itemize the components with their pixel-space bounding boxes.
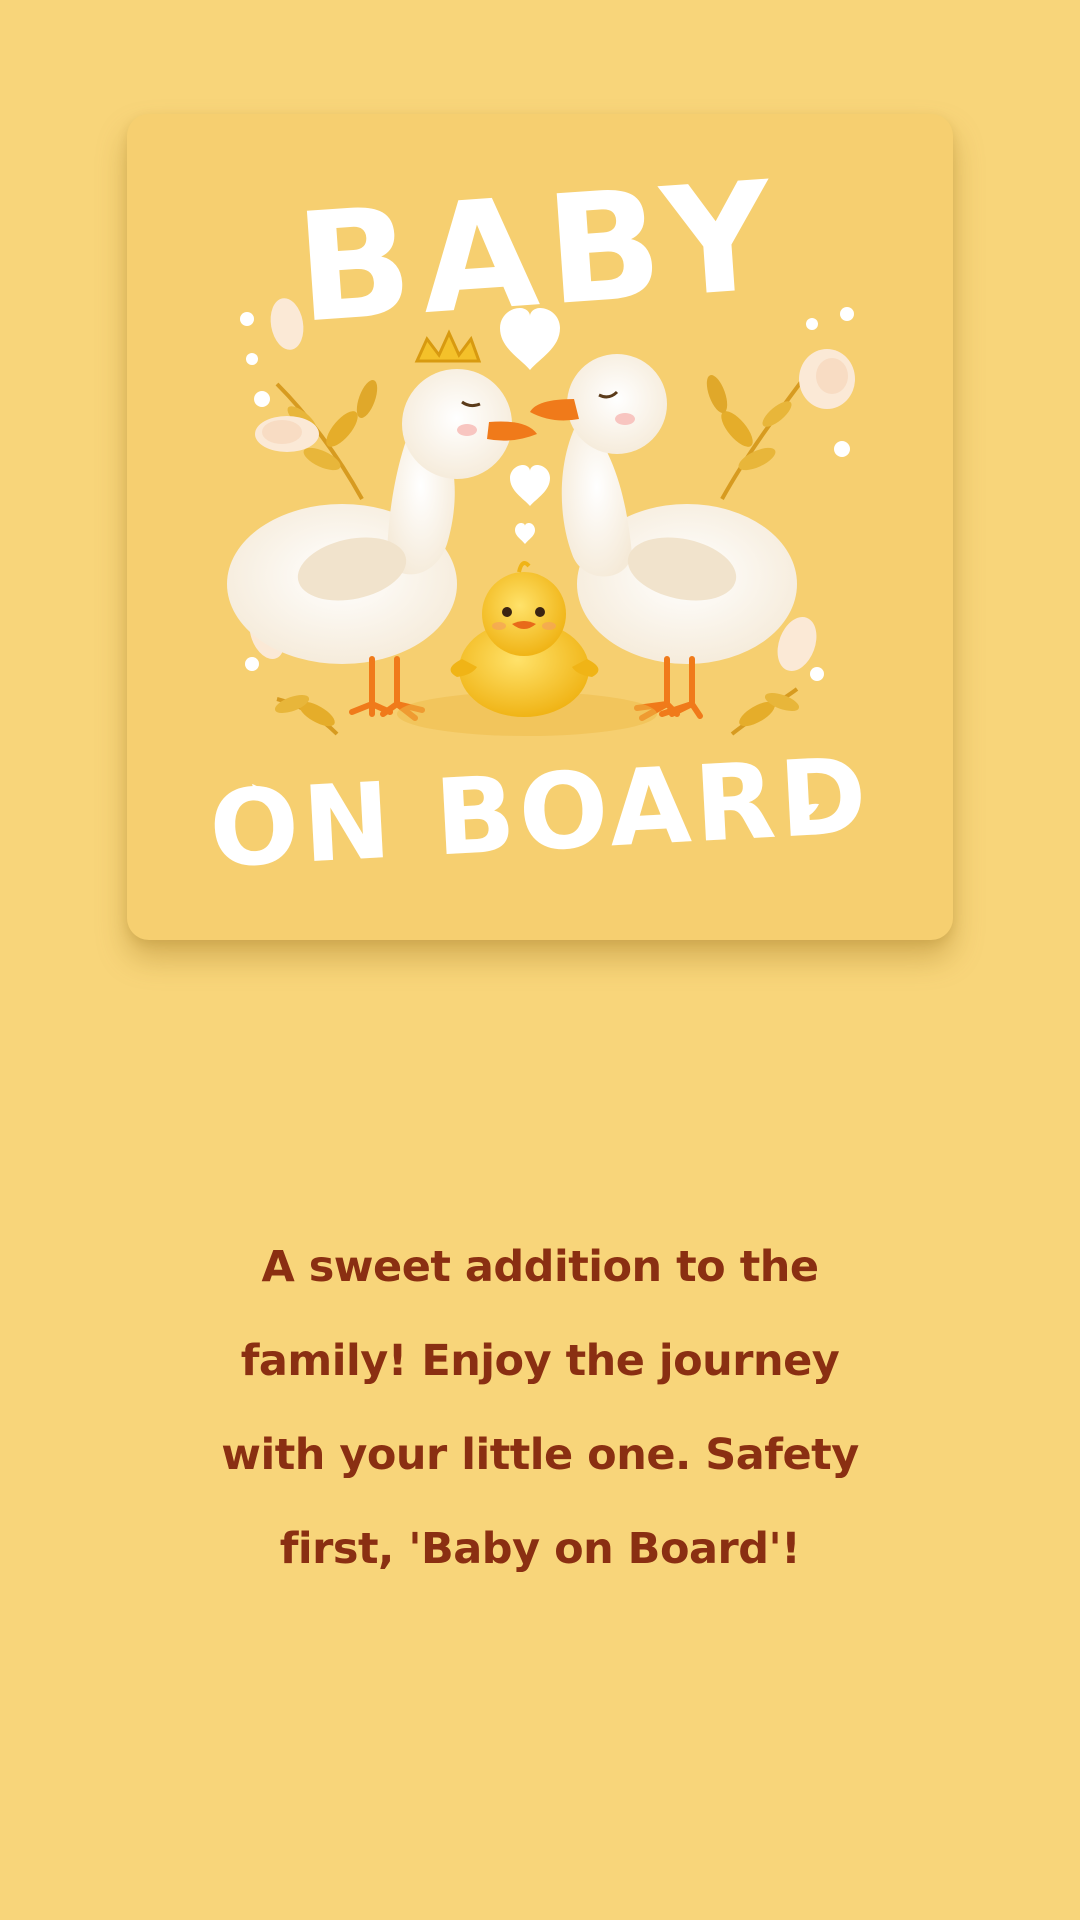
message-text: A sweet addition to the family! Enjoy th…: [221, 1242, 859, 1574]
sticker-title-bottom: ON BOARD: [206, 735, 873, 891]
heart-icon: [500, 308, 560, 370]
heart-icon: [510, 465, 550, 506]
heart-icon: [515, 523, 535, 544]
baby-on-board-illustration: BABY ON BOARD: [206, 149, 873, 891]
sticker-image: BABY ON BOARD: [127, 114, 953, 940]
